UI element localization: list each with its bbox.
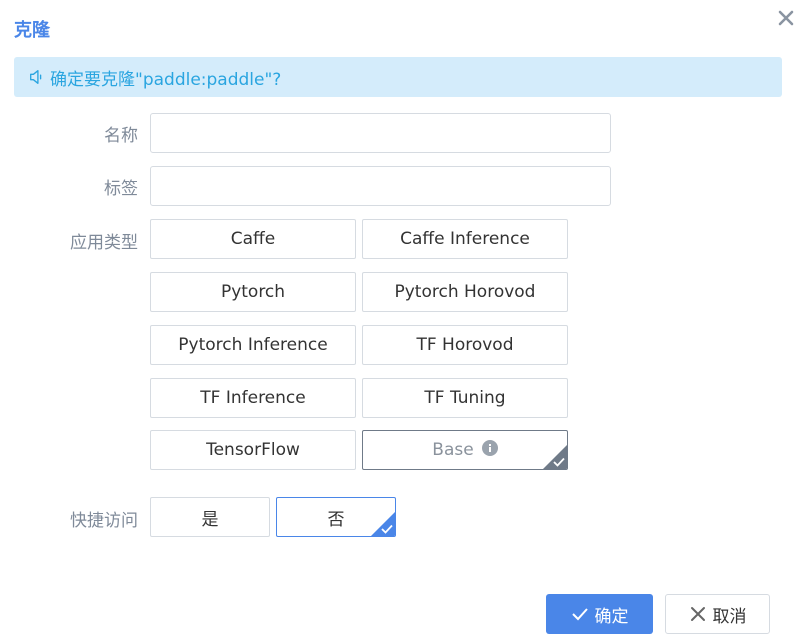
option-label: TF Horovod	[416, 335, 514, 355]
cancel-label: 取消	[712, 606, 747, 627]
close-button[interactable]	[774, 6, 798, 30]
app-type-option-selected[interactable]: Base	[362, 430, 568, 470]
app-type-option[interactable]: Pytorch Horovod	[362, 272, 568, 312]
check-icon	[381, 524, 393, 534]
close-icon	[778, 10, 794, 26]
app-type-option[interactable]: TF Inference	[150, 378, 356, 418]
ok-label: 确定	[594, 606, 629, 627]
option-label: 是	[201, 509, 219, 530]
dialog-title: 克隆	[14, 20, 50, 41]
info-icon[interactable]	[481, 440, 498, 456]
app-type-option[interactable]: TF Tuning	[362, 378, 568, 418]
quick-access-label: 快捷访问	[70, 511, 138, 531]
option-label: Pytorch	[220, 282, 286, 302]
option-label: 否	[327, 509, 345, 530]
option-label: Caffe	[230, 229, 276, 249]
quick-access-yes[interactable]: 是	[150, 497, 270, 537]
option-label: TF Tuning	[424, 388, 506, 408]
name-label: 名称	[104, 126, 138, 146]
app-type-option[interactable]: Pytorch Inference	[150, 325, 356, 365]
option-label: Base	[432, 440, 474, 460]
app-type-option[interactable]: TensorFlow	[150, 430, 356, 470]
quick-access-no[interactable]: 否	[276, 497, 396, 537]
option-label: TF Inference	[200, 388, 306, 408]
clone-dialog: 克隆 确定要克隆"paddle:paddle"? 名称 标签 应用类型 Caff…	[0, 0, 800, 643]
option-label: Pytorch Horovod	[394, 282, 536, 302]
check-icon	[571, 608, 588, 621]
name-input[interactable]	[150, 113, 611, 153]
ok-button[interactable]: 确定	[546, 594, 653, 634]
option-label: Caffe Inference	[400, 229, 530, 249]
tag-label: 标签	[104, 179, 138, 199]
app-type-option[interactable]: Caffe Inference	[362, 219, 568, 259]
check-icon	[553, 457, 565, 467]
app-type-label: 应用类型	[70, 233, 138, 253]
app-type-option[interactable]: Caffe	[150, 219, 356, 259]
app-type-option[interactable]: TF Horovod	[362, 325, 568, 365]
notice-text: 确定要克隆"paddle:paddle"?	[50, 69, 282, 90]
option-label: Pytorch Inference	[178, 335, 328, 355]
close-icon	[690, 607, 705, 621]
speaker-icon	[30, 70, 42, 84]
confirm-notice: 确定要克隆"paddle:paddle"?	[14, 57, 782, 97]
cancel-button[interactable]: 取消	[665, 594, 770, 634]
app-type-option[interactable]: Pytorch	[150, 272, 356, 312]
option-label: TensorFlow	[206, 440, 300, 460]
tag-input[interactable]	[150, 166, 611, 206]
